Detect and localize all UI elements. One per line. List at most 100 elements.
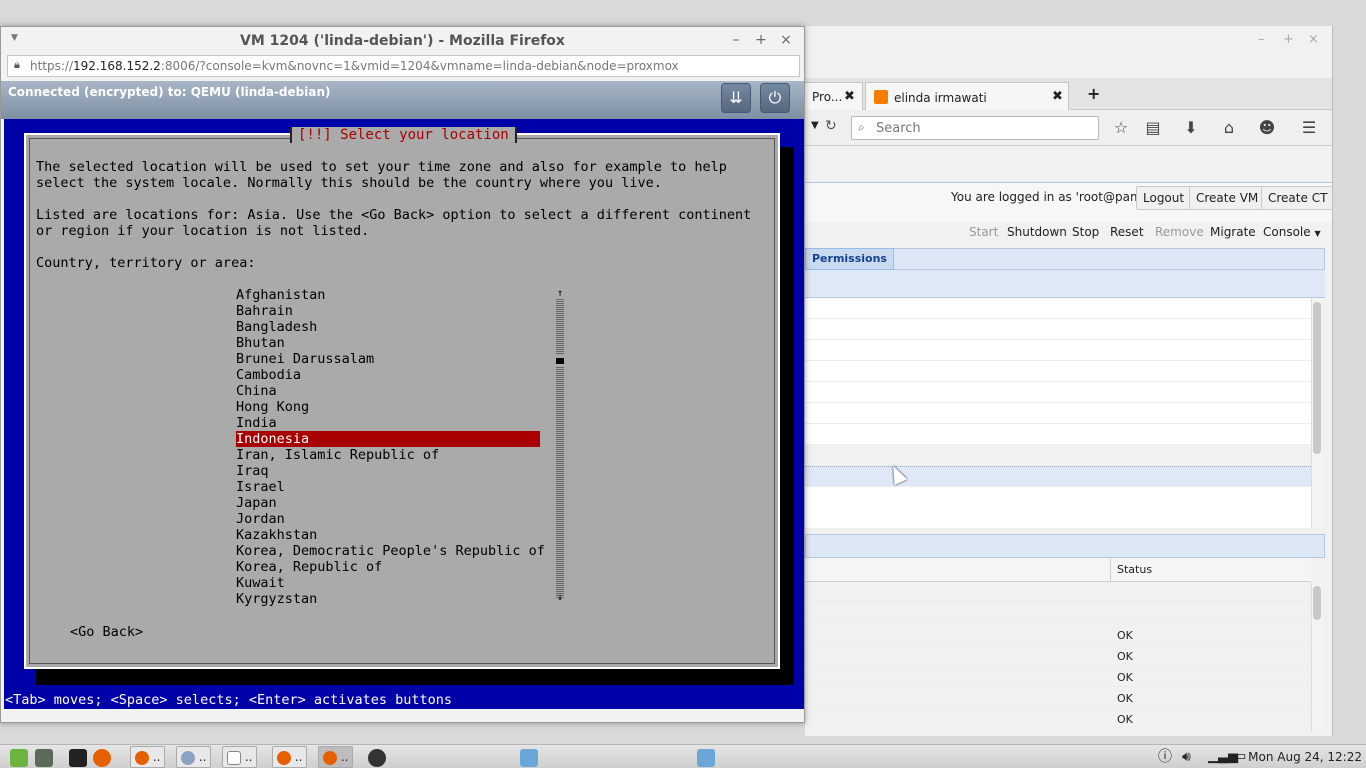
table-row[interactable] — [805, 403, 1311, 424]
reset-button[interactable]: Reset — [1110, 225, 1144, 239]
app-icon[interactable] — [368, 747, 386, 767]
lock-icon: 🔒︎ — [14, 58, 20, 71]
table-row[interactable] — [805, 424, 1311, 445]
list-item[interactable]: Hong Kong — [236, 399, 540, 415]
shield-icon[interactable]: ⓘ — [1158, 747, 1172, 767]
firefox-icon[interactable] — [93, 747, 111, 767]
table-row[interactable] — [805, 382, 1311, 403]
table-row[interactable] — [805, 466, 1311, 487]
close-icon[interactable]: × — [1308, 32, 1319, 47]
close-icon[interactable]: ✖ — [844, 89, 855, 104]
list-item[interactable]: Jordan — [236, 511, 540, 527]
menu-icon[interactable]: ☰ — [1299, 118, 1319, 138]
table-row[interactable] — [805, 445, 1311, 466]
list-item[interactable]: Bahrain — [236, 303, 540, 319]
list-item[interactable]: Afghanistan — [236, 287, 540, 303]
scrollbar-thumb[interactable] — [1313, 586, 1321, 620]
logout-button[interactable]: Logout — [1136, 186, 1192, 210]
table-row[interactable] — [805, 603, 1311, 624]
scroll-up-icon[interactable]: ↑ — [555, 289, 565, 299]
taskbar-firefox-task-active[interactable]: .. — [318, 746, 354, 768]
table-row[interactable] — [805, 687, 1311, 708]
tab-proxmox[interactable]: Pro... ✖ — [805, 82, 863, 110]
maximize-icon[interactable]: + — [1283, 32, 1294, 47]
console-button[interactable]: Console ▼ — [1263, 225, 1321, 239]
list-item[interactable]: Brunei Darussalam — [236, 351, 540, 367]
country-listbox[interactable]: Afghanistan Bahrain Bangladesh Bhutan Br… — [236, 287, 566, 611]
close-icon[interactable]: × — [777, 31, 795, 49]
reload-icon[interactable]: ↻ — [825, 118, 837, 134]
list-scrollbar-thumb[interactable] — [556, 355, 564, 367]
maximize-icon[interactable]: + — [752, 31, 770, 49]
taskbar-firefox-task[interactable]: .. — [272, 746, 308, 768]
mint-menu-icon[interactable] — [10, 747, 28, 767]
battery-icon[interactable]: ▭ — [1234, 747, 1246, 767]
stop-button[interactable]: Stop — [1072, 225, 1099, 239]
task-label: .. — [294, 750, 303, 764]
scrollbar-thumb[interactable] — [1313, 302, 1321, 454]
tab-blog[interactable]: elinda irmawati ✖ — [865, 82, 1069, 110]
taskbar-firefox-task[interactable]: .. — [130, 746, 166, 768]
status-column-header[interactable]: Status — [1110, 558, 1158, 582]
status-ok: OK — [1117, 650, 1133, 663]
taskbar-editor-task[interactable]: .. — [222, 746, 258, 768]
power-icon[interactable]: ⏻ — [760, 83, 790, 113]
list-item[interactable]: India — [236, 415, 540, 431]
volume-icon[interactable]: 🔊︎ — [1182, 747, 1191, 767]
shutdown-button[interactable]: Shutdown — [1007, 225, 1067, 239]
taskbar-app-task[interactable]: .. — [176, 746, 212, 768]
migrate-button[interactable]: Migrate — [1210, 225, 1256, 239]
list-item[interactable]: Cambodia — [236, 367, 540, 383]
list-scrollbar[interactable] — [556, 299, 564, 599]
chat-icon[interactable]: ☻ — [1257, 118, 1277, 138]
table-row[interactable] — [805, 666, 1311, 687]
new-tab-button[interactable]: + — [1087, 84, 1100, 103]
list-item[interactable]: Bangladesh — [236, 319, 540, 335]
tab-permissions[interactable]: Permissions — [805, 248, 894, 270]
table-row[interactable] — [805, 319, 1311, 340]
bookmark-star-icon[interactable]: ☆ — [1111, 118, 1131, 138]
list-item[interactable]: Kazakhstan — [236, 527, 540, 543]
remove-button[interactable]: Remove — [1155, 225, 1204, 239]
send-keys-icon[interactable]: ⇊ — [721, 83, 751, 113]
desktop-icon[interactable] — [35, 747, 53, 767]
console-label: Console — [1263, 225, 1311, 239]
list-item[interactable]: Kuwait — [236, 575, 540, 591]
list-item[interactable]: Korea, Democratic People's Republic of — [236, 543, 545, 559]
list-item[interactable]: Kyrgyzstan — [236, 591, 540, 607]
list-item-selected[interactable]: Indonesia — [236, 431, 540, 447]
table-row[interactable] — [805, 340, 1311, 361]
list-item[interactable]: Iraq — [236, 463, 540, 479]
vm-console-window: ▼ VM 1204 ('linda-debian') - Mozilla Fir… — [0, 26, 805, 723]
create-vm-button[interactable]: Create VM — [1189, 186, 1266, 210]
list-item[interactable]: China — [236, 383, 540, 399]
list-item[interactable]: Bhutan — [236, 335, 540, 351]
reading-list-icon[interactable]: ▤ — [1143, 118, 1163, 138]
workspace-icon[interactable] — [697, 747, 715, 767]
search-input[interactable]: ⌕ Search — [851, 116, 1099, 140]
table-row[interactable] — [805, 624, 1311, 645]
clock[interactable]: Mon Aug 24, 12:22 — [1248, 747, 1362, 767]
list-item[interactable]: Korea, Republic of — [236, 559, 540, 575]
minimize-icon[interactable]: – — [1258, 32, 1265, 47]
table-row[interactable] — [805, 298, 1311, 319]
list-item[interactable]: Israel — [236, 479, 540, 495]
table-row[interactable] — [805, 361, 1311, 382]
close-icon[interactable]: ✖ — [1052, 89, 1063, 104]
vnc-connection-status: Connected (encrypted) to: QEMU (linda-de… — [8, 85, 331, 99]
minimize-icon[interactable]: – — [727, 31, 745, 49]
table-row[interactable] — [805, 645, 1311, 666]
table-row[interactable] — [805, 582, 1311, 603]
workspace-icon[interactable] — [520, 747, 538, 767]
start-button[interactable]: Start — [969, 225, 998, 239]
list-item[interactable]: Japan — [236, 495, 540, 511]
go-back-button[interactable]: <Go Back> — [70, 624, 143, 640]
home-icon[interactable]: ⌂ — [1219, 118, 1239, 138]
list-item[interactable]: Iran, Islamic Republic of — [236, 447, 540, 463]
scroll-down-icon[interactable]: ↓ — [555, 593, 565, 603]
url-bar[interactable]: 🔒︎ https://192.168.152.2:8006/?console=k… — [7, 55, 800, 77]
terminal-icon[interactable] — [69, 747, 87, 767]
dropdown-arrow-icon[interactable]: ▼ — [811, 120, 819, 131]
download-icon[interactable]: ⬇ — [1181, 118, 1201, 138]
create-ct-button[interactable]: Create CT — [1261, 186, 1332, 210]
